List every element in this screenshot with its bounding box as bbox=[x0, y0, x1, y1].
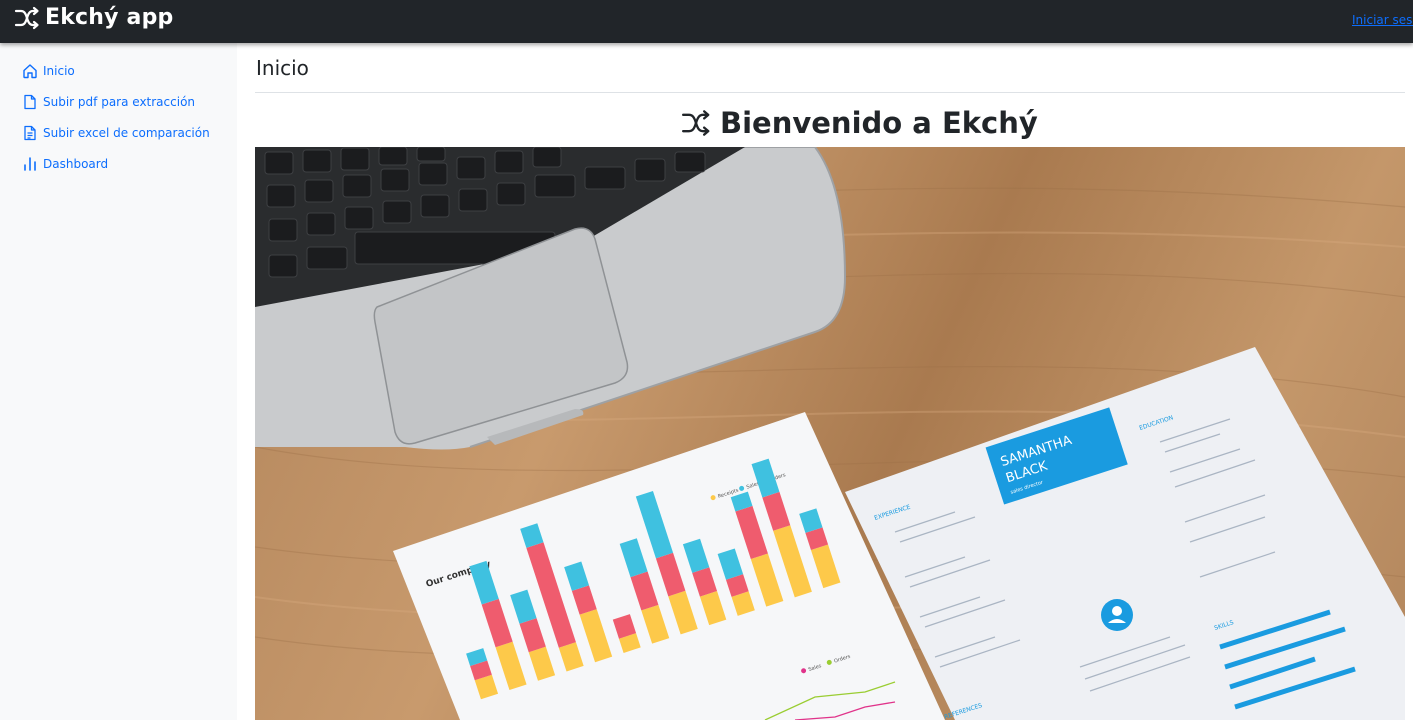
sidebar-item-label: Subir excel de comparación bbox=[43, 126, 210, 140]
title-divider bbox=[255, 92, 1405, 93]
sidebar-item-subir-excel[interactable]: Subir excel de comparación bbox=[22, 125, 210, 141]
sidebar-item-label: Dashboard bbox=[43, 157, 109, 171]
brand[interactable]: Ekchý app bbox=[14, 5, 174, 30]
hero-illustration: Our company Receipts Sales Orders Sales … bbox=[255, 147, 1405, 720]
bar-chart-icon bbox=[24, 157, 36, 171]
signin-link[interactable]: Iniciar sesión bbox=[1352, 13, 1413, 27]
sidebar-item-dashboard[interactable]: Dashboard bbox=[22, 156, 108, 172]
page-title: Inicio bbox=[256, 56, 309, 80]
laptop bbox=[255, 147, 847, 450]
file-text-icon bbox=[24, 125, 36, 141]
sidebar: Inicio Subir pdf para extracción Subir e… bbox=[0, 43, 237, 720]
resume-paper: SAMANTHA BLACK sales director EXPERIENCE… bbox=[845, 347, 1405, 720]
brand-name: Ekchý app bbox=[45, 5, 174, 30]
sidebar-item-subir-pdf[interactable]: Subir pdf para extracción bbox=[22, 94, 195, 110]
hero-image: Our company Receipts Sales Orders Sales … bbox=[255, 147, 1405, 720]
home-icon bbox=[23, 64, 37, 79]
sidebar-item-label: Subir pdf para extracción bbox=[43, 95, 196, 109]
top-navbar: Ekchý app Iniciar sesión bbox=[0, 0, 1413, 43]
welcome-text: Bienvenido a Ekchý bbox=[720, 106, 1038, 140]
sidebar-item-inicio[interactable]: Inicio bbox=[22, 63, 75, 79]
welcome-heading: Bienvenido a Ekchý bbox=[680, 106, 1038, 140]
sidebar-item-label: Inicio bbox=[43, 64, 75, 78]
shuffle-icon bbox=[682, 110, 710, 136]
shuffle-icon bbox=[14, 6, 39, 29]
file-icon bbox=[24, 94, 36, 110]
chart-report-paper: Our company Receipts Sales Orders Sales … bbox=[393, 412, 945, 720]
